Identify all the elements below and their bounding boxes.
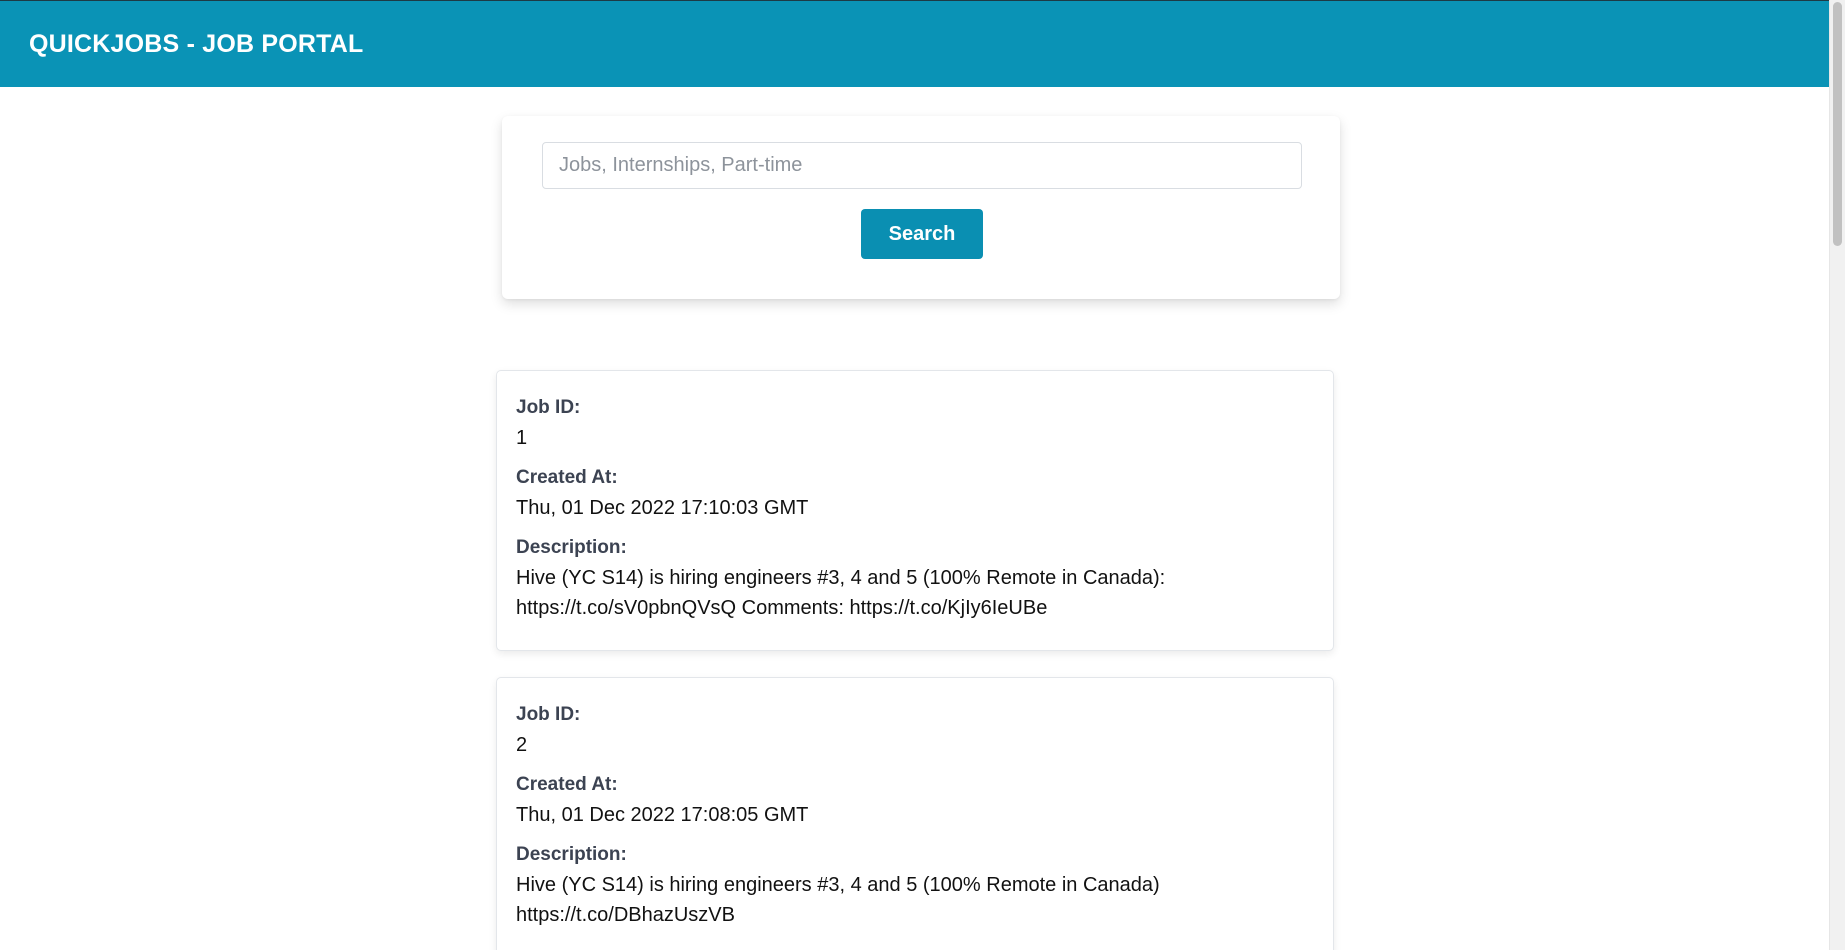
job-id-value: 1 xyxy=(516,427,528,449)
page: QUICKJOBS - JOB PORTAL Search Job ID: 1 … xyxy=(0,0,1829,950)
description-line: https://t.co/sV0pbnQVsQ Comments: https:… xyxy=(516,597,1048,619)
job-id-label: Job ID: xyxy=(516,704,581,725)
description-line: Hive (YC S14) is hiring engineers #3, 4 … xyxy=(516,567,1166,589)
created-at-label: Created At: xyxy=(516,774,618,795)
search-button[interactable]: Search xyxy=(861,209,983,259)
top-header-bar: QUICKJOBS - JOB PORTAL xyxy=(0,0,1829,87)
description-label: Description: xyxy=(516,537,627,558)
created-at-value: Thu, 01 Dec 2022 17:08:05 GMT xyxy=(516,804,809,826)
created-at-label: Created At: xyxy=(516,467,618,488)
scrollbar-thumb[interactable] xyxy=(1833,2,1842,246)
job-id-value: 2 xyxy=(516,734,528,756)
job-id-label: Job ID: xyxy=(516,397,581,418)
description-line: https://t.co/DBhazUszVB xyxy=(516,904,735,926)
description-value: Hive (YC S14) is hiring engineers #3, 4 … xyxy=(516,870,1314,930)
search-card: Search xyxy=(502,116,1340,299)
app-title[interactable]: QUICKJOBS - JOB PORTAL xyxy=(29,30,364,59)
job-card: Job ID: 2 Created At: Thu, 01 Dec 2022 1… xyxy=(496,677,1334,950)
search-input[interactable] xyxy=(542,142,1302,189)
description-label: Description: xyxy=(516,844,627,865)
created-at-value: Thu, 01 Dec 2022 17:10:03 GMT xyxy=(516,497,809,519)
description-line: Hive (YC S14) is hiring engineers #3, 4 … xyxy=(516,874,1160,896)
vertical-scrollbar[interactable] xyxy=(1829,0,1845,950)
description-value: Hive (YC S14) is hiring engineers #3, 4 … xyxy=(516,563,1314,623)
job-card: Job ID: 1 Created At: Thu, 01 Dec 2022 1… xyxy=(496,370,1334,651)
